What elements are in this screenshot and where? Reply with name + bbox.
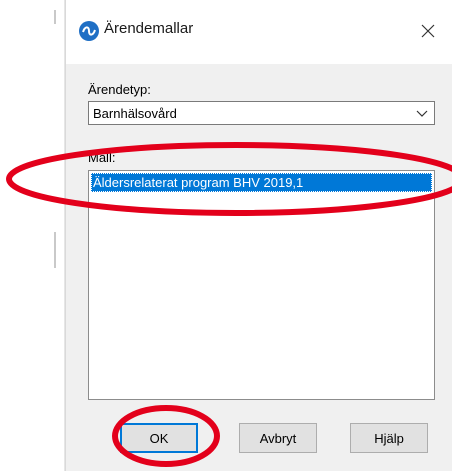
cancel-button[interactable]: Avbryt	[239, 423, 317, 453]
background-window	[0, 0, 66, 471]
template-list[interactable]: Äldersrelaterat program BHV 2019,1	[88, 170, 435, 400]
background-tick	[54, 232, 56, 268]
case-type-label: Ärendetyp:	[88, 82, 151, 97]
case-type-value: Barnhälsovård	[93, 106, 177, 121]
close-icon	[421, 24, 435, 38]
template-label: Mall:	[88, 150, 116, 165]
background-tick	[54, 10, 56, 24]
help-button[interactable]: Hjälp	[350, 423, 428, 453]
chevron-down-icon	[416, 110, 428, 117]
ok-button[interactable]: OK	[120, 423, 198, 453]
dialog-title: Ärendemallar	[104, 20, 194, 37]
case-templates-dialog: Ärendemallar Ärendetyp: Barnhälsovård Ma…	[65, 0, 452, 471]
case-type-select[interactable]: Barnhälsovård	[88, 101, 435, 125]
app-swirl-icon	[79, 21, 99, 41]
list-item[interactable]: Äldersrelaterat program BHV 2019,1	[91, 173, 432, 192]
title-bar[interactable]: Ärendemallar	[66, 0, 452, 64]
close-button[interactable]	[413, 16, 443, 46]
